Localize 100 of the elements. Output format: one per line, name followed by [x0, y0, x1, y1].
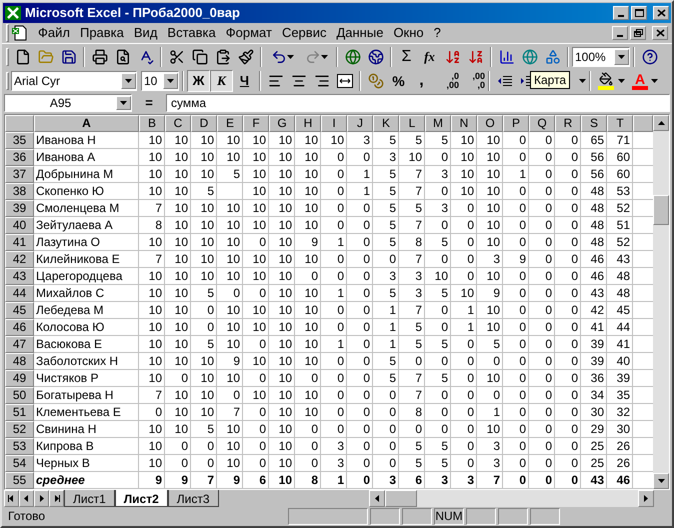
table-cell: 35: [607, 387, 633, 404]
sheet-tab[interactable]: Лист2: [114, 490, 168, 507]
column-header[interactable]: R: [555, 115, 581, 132]
menu-item[interactable]: Правка: [74, 23, 129, 43]
column-header[interactable]: H: [295, 115, 321, 132]
row-header[interactable]: 47: [5, 336, 34, 353]
percent-button[interactable]: %: [387, 70, 410, 92]
row-header[interactable]: 45: [5, 302, 34, 319]
row-header[interactable]: 40: [5, 217, 34, 234]
column-header[interactable]: I: [321, 115, 347, 132]
table-cell: 10: [165, 183, 191, 200]
menu-item[interactable]: Данные: [331, 23, 388, 43]
row-header[interactable]: 44: [5, 285, 34, 302]
row-header[interactable]: 53: [5, 438, 34, 455]
table-cell: 10: [217, 234, 243, 251]
row-header[interactable]: 55: [5, 472, 34, 489]
row-header[interactable]: 52: [5, 421, 34, 438]
table-cell: 0: [321, 370, 347, 387]
table-cell: 3: [425, 200, 451, 217]
autosum-button[interactable]: Σ: [395, 46, 418, 68]
row-header[interactable]: 42: [5, 251, 34, 268]
table-cell: 10: [451, 183, 477, 200]
column-header[interactable]: T: [607, 115, 633, 132]
table-cell: 25: [581, 455, 607, 472]
column-header[interactable]: G: [269, 115, 295, 132]
table-cell: 10: [165, 387, 191, 404]
column-header[interactable]: E: [217, 115, 243, 132]
row-header[interactable]: 49: [5, 370, 34, 387]
column-header[interactable]: K: [373, 115, 399, 132]
table-cell: 0: [503, 302, 529, 319]
decrease-decimal-button[interactable]: ,00 ,0: [459, 70, 485, 92]
sheet-tab[interactable]: Лист1: [64, 490, 115, 507]
table-cell: 5: [373, 370, 399, 387]
row-header[interactable]: 46: [5, 319, 34, 336]
menu-item[interactable]: Формат: [220, 23, 277, 43]
table-cell: 0: [321, 268, 347, 285]
menu-item[interactable]: Вставка: [162, 23, 221, 43]
row-header[interactable]: 48: [5, 353, 34, 370]
row-header[interactable]: 43: [5, 268, 34, 285]
column-header[interactable]: D: [191, 115, 217, 132]
menu-item[interactable]: Вид: [128, 23, 162, 43]
table-cell: 10: [269, 268, 295, 285]
table-cell: 1: [321, 472, 347, 489]
row-header[interactable]: 38: [5, 183, 34, 200]
table-cell: 10: [139, 166, 165, 183]
table-cell: 10: [165, 353, 191, 370]
table-cell: 0: [347, 302, 373, 319]
table-cell: 10: [295, 200, 321, 217]
column-header[interactable]: J: [347, 115, 373, 132]
increase-decimal-button[interactable]: ,0 ,00: [433, 70, 459, 92]
bold-button[interactable]: Ж: [187, 70, 210, 92]
formula-field[interactable]: сумма: [166, 94, 670, 112]
menu-item[interactable]: Сервис: [276, 23, 332, 43]
column-header[interactable]: O: [477, 115, 503, 132]
row-header[interactable]: 50: [5, 387, 34, 404]
row-header[interactable]: 51: [5, 404, 34, 421]
underline-button[interactable]: Ч: [233, 70, 256, 92]
column-header[interactable]: L: [399, 115, 425, 132]
table-cell: 0: [347, 217, 373, 234]
table-cell: 0: [503, 200, 529, 217]
column-header[interactable]: F: [243, 115, 269, 132]
column-header[interactable]: A: [34, 115, 139, 132]
table-cell: 10: [295, 217, 321, 234]
table-cell: 10: [269, 217, 295, 234]
column-header[interactable]: M: [425, 115, 451, 132]
column-header[interactable]: B: [139, 115, 165, 132]
column-header[interactable]: C: [165, 115, 191, 132]
table-cell: 10: [139, 319, 165, 336]
table-cell: 0: [425, 404, 451, 421]
name-box[interactable]: A95: [4, 94, 132, 112]
row-header[interactable]: 39: [5, 200, 34, 217]
column-header[interactable]: P: [503, 115, 529, 132]
column-header[interactable]: S: [581, 115, 607, 132]
zoom-field[interactable]: 100%: [572, 46, 630, 66]
table-cell: 0: [451, 268, 477, 285]
font-size-field[interactable]: 10: [141, 71, 179, 91]
table-cell: 5: [373, 353, 399, 370]
row-header[interactable]: 35: [5, 132, 34, 149]
sheet-tab[interactable]: Лист3: [168, 490, 219, 507]
menu-item[interactable]: ?: [428, 23, 446, 43]
row-header[interactable]: 41: [5, 234, 34, 251]
table-cell: 0: [321, 149, 347, 166]
table-cell: 10: [451, 166, 477, 183]
table-cell: Царегородцева: [34, 268, 139, 285]
column-header[interactable]: Q: [529, 115, 555, 132]
row-header[interactable]: 36: [5, 149, 34, 166]
menu-item[interactable]: Файл: [33, 23, 75, 43]
font-field[interactable]: Arial Cyr: [11, 71, 137, 91]
function-button[interactable]: fx: [418, 46, 441, 68]
table-cell: 0: [529, 183, 555, 200]
column-header[interactable]: N: [451, 115, 477, 132]
row-header[interactable]: 54: [5, 455, 34, 472]
row-header[interactable]: 37: [5, 166, 34, 183]
table-cell: 5: [399, 438, 425, 455]
comma-button[interactable]: ,: [410, 70, 433, 92]
menu-item[interactable]: Окно: [388, 23, 429, 43]
italic-button[interactable]: К: [210, 70, 233, 92]
table-cell: 10: [191, 166, 217, 183]
table-cell: 3: [321, 438, 347, 455]
table-cell: 3: [373, 268, 399, 285]
